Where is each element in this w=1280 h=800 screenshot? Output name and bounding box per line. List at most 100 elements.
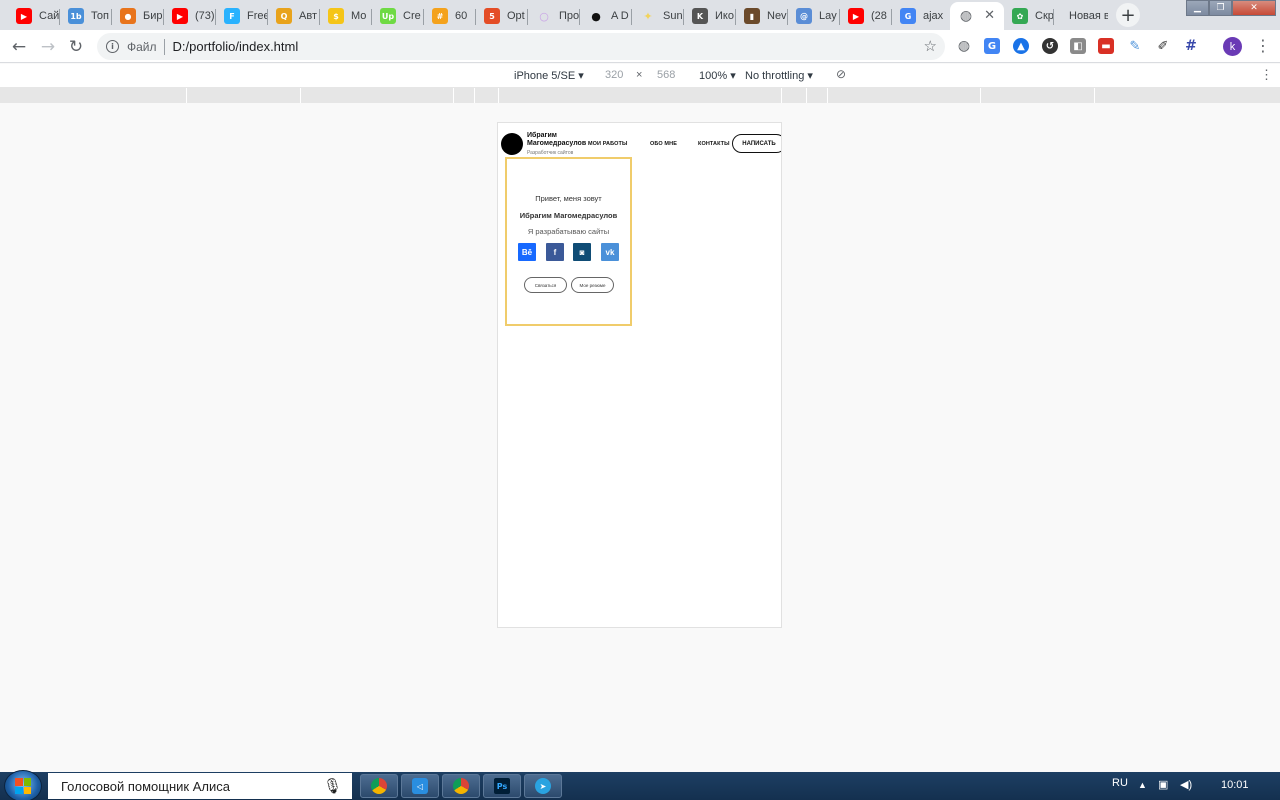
tab-title: Сай xyxy=(39,10,60,22)
throttling-select[interactable]: No throttling ▾ xyxy=(745,69,813,82)
site-logo[interactable] xyxy=(501,133,523,155)
device-select[interactable]: iPhone 5/SE ▾ xyxy=(514,69,584,82)
browser-tab[interactable]: Новая в xyxy=(1054,2,1108,30)
reload-button[interactable]: ↻ xyxy=(64,35,88,59)
tab-title: Ико xyxy=(715,10,734,22)
browser-tab[interactable]: 1b Топ xyxy=(60,2,112,30)
info-icon[interactable]: i xyxy=(106,40,119,53)
tab-title: Free xyxy=(247,10,268,22)
windows-taskbar: Голосовой помощник Алиса 🎙 ◁ Ps ➤ RU ▲ ▣… xyxy=(0,770,1280,800)
close-window-button[interactable]: ✕ xyxy=(1232,0,1276,16)
zoom-select[interactable]: 100% ▾ xyxy=(699,69,736,82)
write-button[interactable]: НАПИСАТЬ xyxy=(732,134,781,153)
browser-tab[interactable]: ✦ Sun xyxy=(632,2,684,30)
browser-tab[interactable]: Q Авт xyxy=(268,2,320,30)
browser-tab[interactable]: ◍ ✕ xyxy=(950,2,1004,30)
hero-greeting: Привет, меня зовут xyxy=(535,194,602,203)
browser-tab[interactable]: ▶ (73) xyxy=(164,2,216,30)
vk-icon[interactable]: vk xyxy=(601,243,619,261)
grid-extension-icon[interactable]: # xyxy=(1183,38,1199,54)
new-tab-button[interactable]: + xyxy=(1116,3,1140,27)
nav-link-contacts[interactable]: КОНТАКТЫ xyxy=(698,141,730,147)
translate-extension-icon[interactable]: G xyxy=(984,38,1000,54)
resume-button[interactable]: Мое резюме xyxy=(571,277,614,293)
network-icon[interactable]: ▣ xyxy=(1158,778,1168,791)
chrome-icon xyxy=(371,778,387,794)
profile-avatar[interactable]: k xyxy=(1223,37,1242,56)
browser-toolbar: ← → ↻ i Файл D:/portfolio/index.html ☆ ◍… xyxy=(0,30,1280,63)
picture-icon: ▮ xyxy=(744,8,760,24)
screenshot-extension-icon[interactable]: ◧ xyxy=(1070,38,1086,54)
alice-search-box[interactable]: Голосовой помощник Алиса 🎙 xyxy=(48,773,352,799)
device-height-input[interactable]: 568 xyxy=(657,69,675,81)
browser-tab[interactable]: K Ико xyxy=(684,2,736,30)
1b-icon: 1b xyxy=(68,8,84,24)
minimize-button[interactable]: ▁ xyxy=(1186,0,1209,16)
pen-extension-icon[interactable]: ✐ xyxy=(1155,38,1171,54)
device-width-input[interactable]: 320 xyxy=(605,69,623,81)
browser-tab[interactable]: F Free xyxy=(216,2,268,30)
browser-tab[interactable]: Gajax xyxy=(892,2,944,30)
browser-tab[interactable]: ▶ (28 xyxy=(840,2,892,30)
media-query-ruler xyxy=(0,88,1280,103)
taskbar-telegram[interactable]: ➤ xyxy=(524,774,562,798)
upwork-icon: Up xyxy=(380,8,396,24)
forward-button[interactable]: → xyxy=(36,35,60,59)
youtube-icon: ▶ xyxy=(848,8,864,24)
browser-tab[interactable]: #60 xyxy=(424,2,476,30)
windows-logo-icon xyxy=(15,778,31,794)
sun-icon: ✦ xyxy=(643,9,653,23)
browser-tab[interactable]: @ Lay xyxy=(788,2,840,30)
contact-button[interactable]: Связаться xyxy=(524,277,567,293)
loading-icon: ○ xyxy=(539,9,549,23)
maximize-button[interactable]: ❐ xyxy=(1209,0,1232,16)
show-hidden-icons-icon[interactable]: ▲ xyxy=(1138,780,1147,790)
browser-tab[interactable]: ▮ Nev xyxy=(736,2,788,30)
tab-title: Авт xyxy=(299,10,317,22)
browser-tab[interactable]: Up Cre xyxy=(372,2,424,30)
browser-tab[interactable]: ● A D xyxy=(580,2,632,30)
taskbar-chrome-1[interactable] xyxy=(360,774,398,798)
globe-extension-icon[interactable]: ◍ xyxy=(956,38,972,54)
nav-link-works[interactable]: МОИ РАБОТЫ xyxy=(588,141,627,147)
ruler-segment xyxy=(498,88,499,103)
photoshop-icon: Ps xyxy=(494,778,510,794)
mic-off-icon[interactable]: 🎙 xyxy=(323,777,342,795)
browser-tab[interactable]: ✿ Скр xyxy=(1004,2,1054,30)
sync-extension-icon[interactable]: ↺ xyxy=(1042,38,1058,54)
rotate-icon[interactable]: ⊘ xyxy=(836,67,846,81)
device-name: iPhone 5/SE xyxy=(514,70,576,82)
bookmark-star-icon[interactable]: ☆ xyxy=(924,37,937,55)
clock[interactable]: 10:01 xyxy=(1221,779,1249,791)
tab-title: Nev xyxy=(767,10,787,22)
drive-extension-icon[interactable]: ▲ xyxy=(1013,38,1029,54)
tab-title: Мо xyxy=(351,10,367,22)
volume-icon[interactable]: ◀) xyxy=(1180,778,1192,791)
zoom-value: 100% xyxy=(699,70,728,82)
instagram-icon[interactable]: ◙ xyxy=(573,243,591,261)
device-toolbar-menu-icon[interactable]: ⋮ xyxy=(1260,67,1273,83)
facebook-icon[interactable]: f xyxy=(546,243,564,261)
behance-icon[interactable]: Bē xyxy=(518,243,536,261)
url-text[interactable]: D:/portfolio/index.html xyxy=(173,39,299,54)
nav-link-about[interactable]: ОБО МНЕ xyxy=(650,141,677,147)
browser-tab[interactable]: 5 Opt xyxy=(476,2,528,30)
close-tab-icon[interactable]: ✕ xyxy=(984,8,995,23)
browser-tab[interactable]: $ Мо xyxy=(320,2,372,30)
start-button[interactable] xyxy=(4,770,42,800)
taskbar-chrome-2[interactable] xyxy=(442,774,480,798)
language-indicator[interactable]: RU xyxy=(1112,777,1128,789)
taskbar-vscode[interactable]: ◁ xyxy=(401,774,439,798)
colorzilla-extension-icon[interactable]: ▬ xyxy=(1098,38,1114,54)
back-button[interactable]: ← xyxy=(7,35,31,59)
chrome-menu-icon[interactable]: ⋮ xyxy=(1255,36,1271,55)
taskbar-photoshop[interactable]: Ps xyxy=(483,774,521,798)
dimension-times: × xyxy=(636,69,643,81)
browser-tab[interactable]: ○ Про xyxy=(528,2,580,30)
browser-tab[interactable]: ▶ Сай xyxy=(8,2,60,30)
throttling-value: No throttling xyxy=(745,70,805,82)
tab-title: A D xyxy=(611,10,629,22)
magic-extension-icon[interactable]: ✎ xyxy=(1127,38,1143,54)
browser-tab[interactable]: ● Бир xyxy=(112,2,164,30)
address-bar[interactable]: i Файл D:/portfolio/index.html ☆ xyxy=(97,33,945,60)
